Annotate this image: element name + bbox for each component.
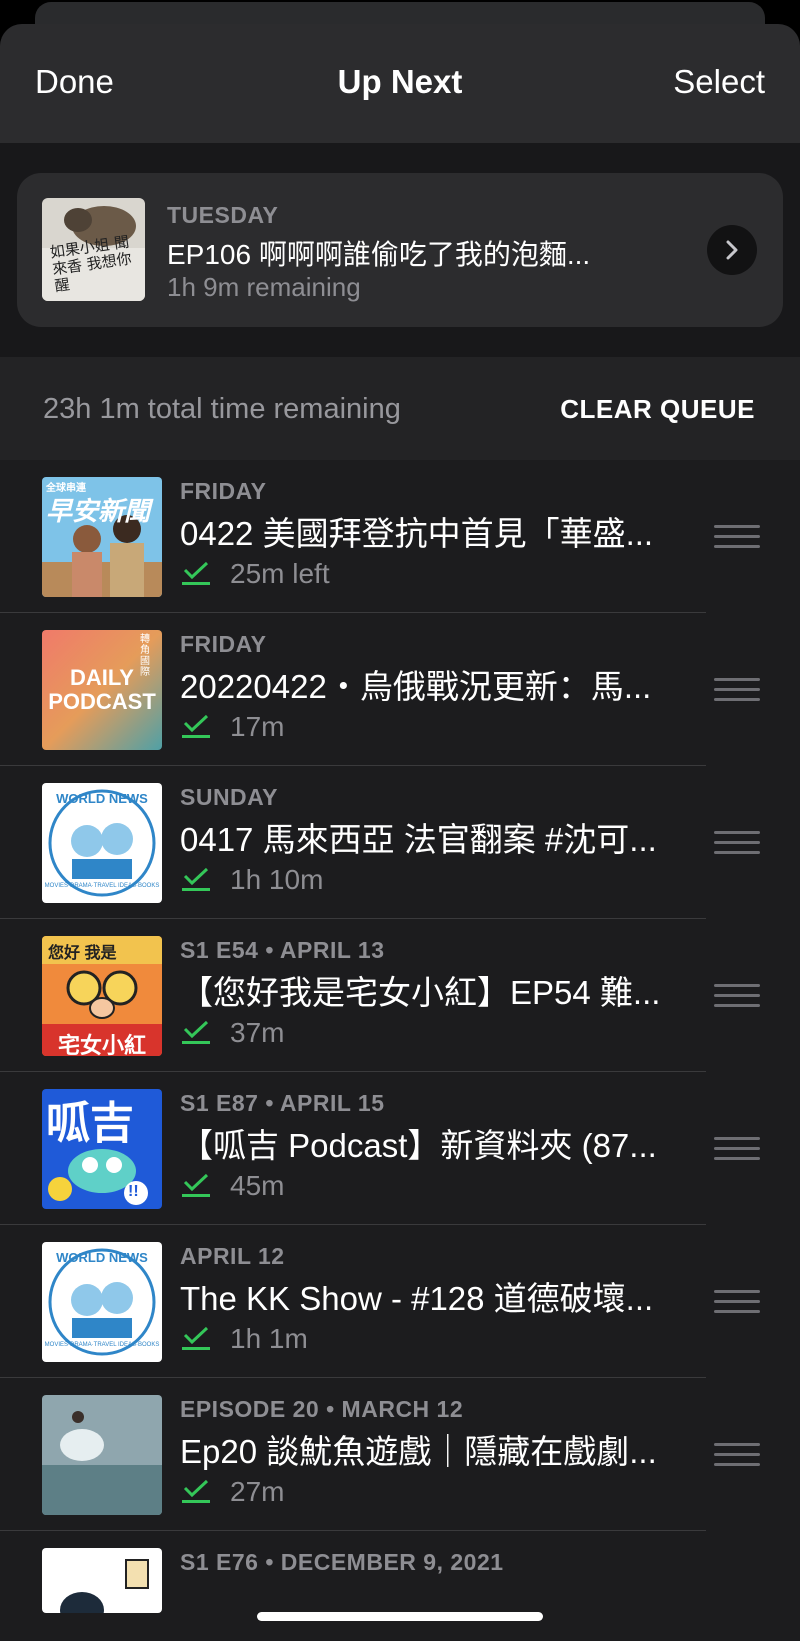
list-item[interactable]: EPISODE 20 • MARCH 12 Ep20 談魷魚遊戲｜隱藏在戲劇..… [0, 1378, 800, 1531]
episode-duration: 1h 10m [230, 864, 324, 895]
now-playing-section: 如果小姐 聞來香 我想你醒 TUESDAY EP106 啊啊啊誰偷吃了我的泡麵.… [0, 143, 800, 357]
episode-title: 0417 馬來西亞 法官翻案 #沈可... [180, 821, 657, 858]
reorder-handle-icon[interactable] [714, 525, 760, 549]
list-item[interactable]: WORLD NEWS MOVIES·DRAMA·TRAVEL IDEAS·BOO… [0, 766, 800, 919]
checkmark-icon [182, 1173, 210, 1197]
list-item[interactable]: S1 E76 • DECEMBER 9, 2021 [0, 1531, 800, 1613]
episode-meta: S1 E87 • APRIL 15 [180, 1090, 385, 1116]
episode-meta: APRIL 12 [180, 1243, 285, 1269]
reorder-handle-icon[interactable] [714, 1443, 760, 1467]
episode-meta: FRIDAY [180, 478, 267, 504]
header-bar: Done Up Next Select [0, 24, 800, 143]
artwork-caption: MOVIES·DRAMA·TRAVEL IDEAS·BOOKS [44, 1342, 160, 1348]
now-playing-card[interactable]: 如果小姐 聞來香 我想你醒 TUESDAY EP106 啊啊啊誰偷吃了我的泡麵.… [17, 173, 783, 327]
episode-artwork [42, 1395, 162, 1515]
episode-title: 【呱吉 Podcast】新資料夾 (87... [180, 1127, 657, 1164]
list-item[interactable]: 呱吉 !! S1 E87 • APRIL 15 【呱吉 Podcast】新資料夾… [0, 1072, 800, 1225]
list-item[interactable]: 全球串連 早安新聞 FRIDAY 0422 美國拜登抗中首見「華盛... 25m… [0, 460, 800, 613]
artwork-title: 早安新聞 [46, 496, 151, 526]
episode-meta: FRIDAY [180, 631, 267, 657]
list-item[interactable]: WORLD NEWS MOVIES·DRAMA·TRAVEL IDEAS·BOO… [0, 1225, 800, 1378]
checkmark-icon [182, 561, 210, 585]
episode-artwork: WORLD NEWS MOVIES·DRAMA·TRAVEL IDEAS·BOO… [42, 1242, 162, 1362]
episode-artwork: 呱吉 !! [42, 1089, 162, 1209]
artwork-title: 宅女小紅 [57, 1033, 146, 1056]
episode-artwork [42, 1548, 162, 1613]
episode-artwork: WORLD NEWS MOVIES·DRAMA·TRAVEL IDEAS·BOO… [42, 783, 162, 903]
now-playing-artwork: 如果小姐 聞來香 我想你醒 [42, 198, 145, 301]
episode-duration: 1h 1m [230, 1323, 308, 1354]
episode-duration: 37m [230, 1017, 285, 1048]
episode-artwork: 轉角國際 DAILY PODCAST [42, 630, 162, 750]
episode-meta: SUNDAY [180, 784, 279, 810]
artwork-title: 呱吉 [46, 1099, 134, 1148]
up-next-sheet: Done Up Next Select 如果小姐 聞來香 我想你醒 TUESDA… [0, 24, 800, 1641]
list-item[interactable]: 您好 我是 宅女小紅 S1 E54 • APRIL 13 【您好我是宅女小紅】E… [0, 919, 800, 1072]
queue-summary: 23h 1m total time remaining CLEAR QUEUE [0, 357, 800, 460]
artwork-title: WORLD NEWS [56, 1250, 148, 1265]
chevron-right-icon[interactable] [707, 225, 757, 275]
episode-duration: 45m [230, 1170, 285, 1201]
reorder-handle-icon[interactable] [714, 678, 760, 702]
artwork-caption: !! [128, 1183, 139, 1200]
reorder-handle-icon[interactable] [714, 831, 760, 855]
episode-duration: 25m left [230, 558, 330, 589]
artwork-title: DAILY PODCAST [48, 665, 156, 714]
episode-title: 【您好我是宅女小紅】EP54 難... [180, 974, 661, 1011]
artwork-caption: MOVIES·DRAMA·TRAVEL IDEAS·BOOKS [44, 883, 160, 889]
episode-title: Ep20 談魷魚遊戲｜隱藏在戲劇... [180, 1433, 657, 1470]
select-button[interactable]: Select [673, 63, 765, 101]
now-playing-title: EP106 啊啊啊誰偷吃了我的泡麵... [167, 239, 591, 270]
artwork-title: WORLD NEWS [56, 791, 148, 806]
reorder-handle-icon[interactable] [714, 984, 760, 1008]
list-item[interactable]: 轉角國際 DAILY PODCAST FRIDAY 20220422・烏俄戰況更… [0, 613, 800, 766]
checkmark-icon [182, 1020, 210, 1044]
episode-duration: 27m [230, 1476, 285, 1507]
checkmark-icon [182, 1326, 210, 1350]
episode-duration: 17m [230, 711, 285, 742]
total-time-remaining: 23h 1m total time remaining [43, 393, 401, 425]
episode-title: 0422 美國拜登抗中首見「華盛... [180, 515, 654, 552]
home-indicator[interactable] [257, 1612, 543, 1621]
reorder-handle-icon[interactable] [714, 1290, 760, 1314]
episode-meta: EPISODE 20 • MARCH 12 [180, 1396, 464, 1422]
episode-meta: S1 E54 • APRIL 13 [180, 937, 385, 963]
episode-title: The KK Show - #128 道德破壞... [180, 1280, 654, 1317]
now-playing-remaining: 1h 9m remaining [167, 272, 361, 302]
clear-queue-button[interactable]: CLEAR QUEUE [560, 394, 755, 425]
checkmark-icon [182, 1479, 210, 1503]
episode-meta: S1 E76 • DECEMBER 9, 2021 [180, 1549, 504, 1575]
now-playing-day: TUESDAY [167, 202, 279, 228]
episode-artwork: 全球串連 早安新聞 [42, 477, 162, 597]
episode-artwork: 您好 我是 宅女小紅 [42, 936, 162, 1056]
checkmark-icon [182, 714, 210, 738]
artwork-caption: 您好 我是 [48, 945, 117, 962]
episode-title: 20220422・烏俄戰況更新：馬... [180, 668, 652, 705]
checkmark-icon [182, 867, 210, 891]
reorder-handle-icon[interactable] [714, 1137, 760, 1161]
